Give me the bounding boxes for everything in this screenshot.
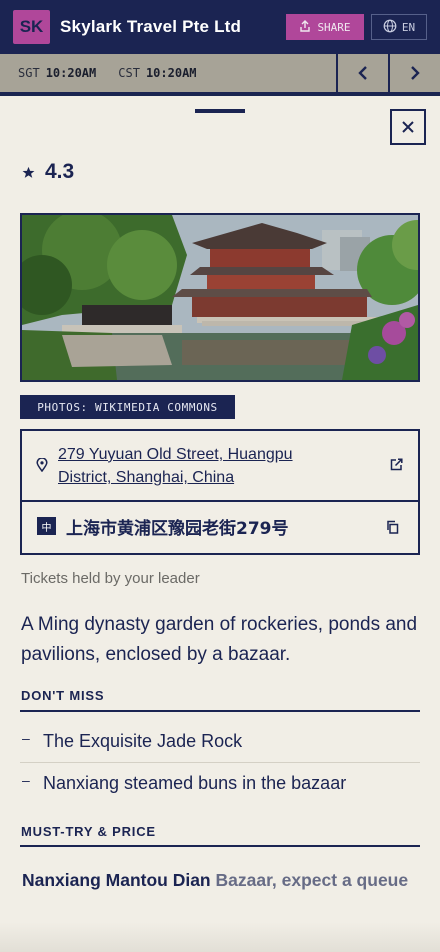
must-try-note: Bazaar, expect a queue	[215, 870, 409, 890]
location-pin-icon	[36, 458, 48, 472]
tickets-note: Tickets held by your leader	[21, 570, 200, 587]
zone-label: CST	[118, 66, 140, 80]
zone-time: 10:20AM	[145, 66, 197, 80]
drag-handle[interactable]	[195, 109, 245, 113]
place-description: A Ming dynasty garden of rockeries, pond…	[21, 614, 418, 665]
section-divider	[20, 710, 420, 712]
star-icon	[22, 166, 35, 178]
address-english-link[interactable]: 279 Yuyuan Old Street, Huangpu District,…	[58, 443, 348, 489]
previous-button[interactable]	[336, 53, 388, 93]
list-item-text: Nanxiang steamed buns in the bazaar	[43, 773, 347, 793]
share-icon	[299, 19, 311, 35]
clock-readouts: SGT 10:20AM CST 10:20AM	[0, 66, 336, 80]
app-header: SK Skylark Travel Pte Ltd SHARE EN	[0, 0, 440, 54]
copy-icon[interactable]	[386, 520, 399, 534]
external-link-icon[interactable]	[390, 458, 403, 471]
detail-sheet: 4.3 PHOTOS: WIKIMEDIA COMMONS 279 Yuyuan…	[0, 96, 440, 952]
address-chinese: 上海市黄浦区豫园老街279号	[66, 519, 289, 539]
share-button[interactable]: SHARE	[286, 14, 364, 40]
rating: 4.3	[22, 160, 74, 184]
address-card: 279 Yuyuan Old Street, Huangpu District,…	[20, 429, 420, 555]
scroll-fade	[0, 922, 440, 952]
zone-label: SGT	[18, 66, 40, 80]
photo-credit: PHOTOS: WIKIMEDIA COMMONS	[20, 395, 235, 419]
address-chinese-row: 中 上海市黄浦区豫园老街279号	[22, 504, 418, 553]
close-button[interactable]	[390, 109, 426, 145]
list-item-text: The Exquisite Jade Rock	[43, 731, 243, 751]
brand-name: Skylark Travel Pte Ltd	[60, 17, 242, 36]
clock-sgt: SGT 10:20AM	[18, 66, 96, 80]
close-icon	[402, 121, 414, 133]
chinese-badge: 中	[37, 517, 56, 535]
language-label: EN	[401, 20, 416, 34]
dash-icon: –	[22, 771, 30, 788]
dont-miss-heading: DON'T MISS	[21, 688, 105, 703]
address-english-row[interactable]: 279 Yuyuan Old Street, Huangpu District,…	[22, 431, 418, 502]
must-try-heading: MUST-TRY & PRICE	[21, 824, 156, 839]
rating-value: 4.3	[45, 160, 75, 183]
dash-icon: –	[22, 729, 30, 746]
chevron-left-icon	[358, 66, 367, 80]
clock-bar: SGT 10:20AM CST 10:20AM	[0, 53, 440, 94]
zone-time: 10:20AM	[45, 66, 97, 80]
language-button[interactable]: EN	[371, 14, 427, 40]
next-button[interactable]	[388, 53, 440, 93]
clock-cst: CST 10:20AM	[118, 66, 196, 80]
globe-icon	[383, 19, 397, 36]
share-label: SHARE	[317, 20, 351, 34]
chevron-right-icon	[411, 66, 420, 80]
list-item: – Nanxiang steamed buns in the bazaar	[20, 763, 420, 804]
must-try-item: Nanxiang Mantou Dian Bazaar, expect a qu…	[22, 867, 412, 894]
brand-logo: SK	[13, 10, 50, 44]
must-try-name: Nanxiang Mantou Dian	[22, 870, 211, 890]
section-divider	[20, 845, 420, 847]
place-photo[interactable]	[20, 213, 420, 382]
list-item: – The Exquisite Jade Rock	[20, 721, 420, 762]
